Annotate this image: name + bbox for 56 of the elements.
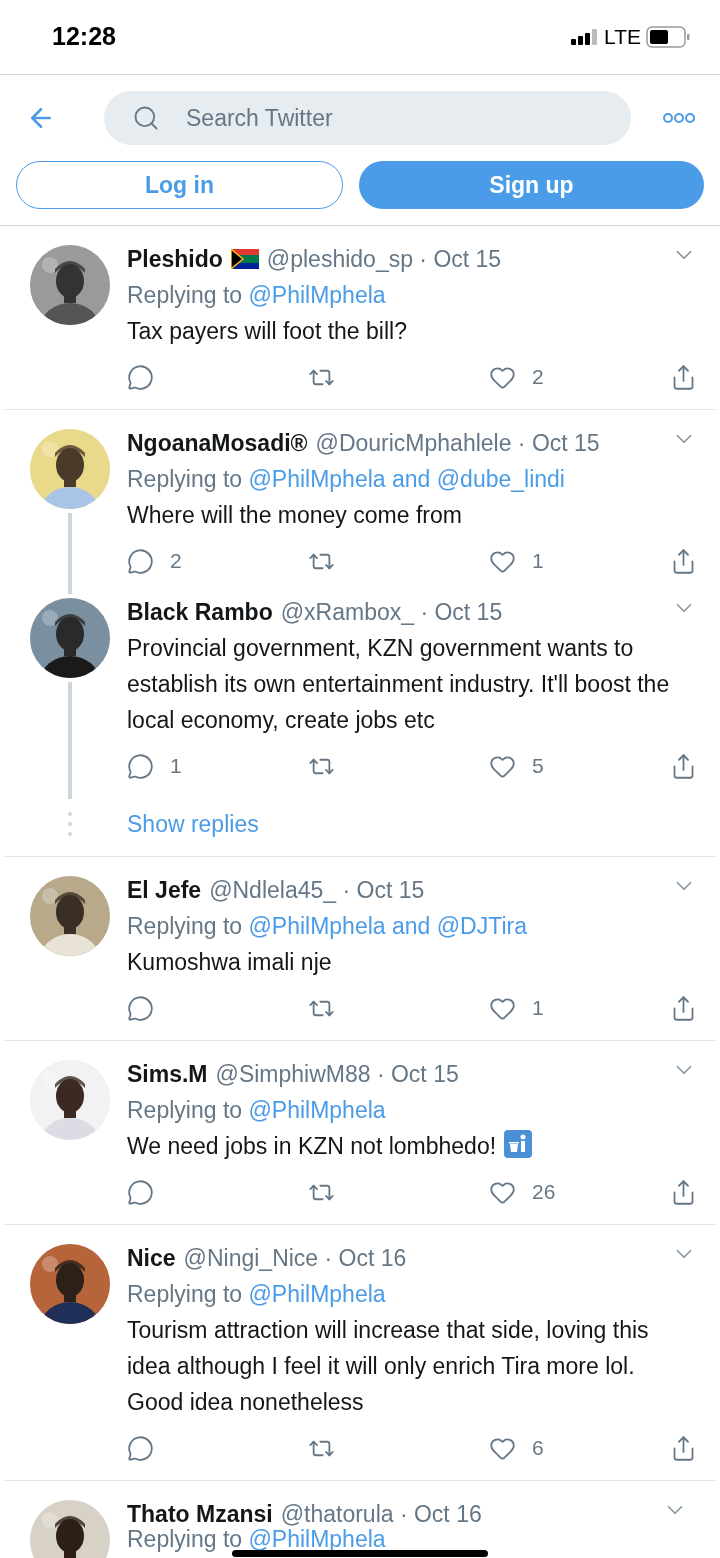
show-replies-link[interactable]: Show replies — [127, 806, 259, 842]
mention-link[interactable]: @PhilMphela — [248, 1526, 386, 1552]
tweet-text: Provincial government, KZN government wants to establish its own entertainment industry. It'll boost the local economy, create jobs etc — [127, 634, 671, 735]
mention-link[interactable]: @PhilMphela — [248, 282, 386, 308]
reply-button[interactable]: 2 — [127, 543, 308, 579]
like-button[interactable]: 5 — [489, 748, 670, 784]
author-name: Sims.M — [127, 1061, 208, 1087]
dots-vertical-icon — [68, 811, 72, 837]
reply-context: Replying to @PhilMphela — [127, 1280, 387, 1309]
reply-icon — [127, 547, 154, 575]
reply-icon — [127, 363, 154, 391]
tweet-text: Where will the money come from — [127, 501, 463, 530]
more-icon[interactable] — [662, 112, 696, 124]
like-button[interactable]: 6 — [489, 1430, 670, 1466]
network-label: LTE — [604, 24, 641, 51]
status-time: 12:28 — [52, 21, 116, 53]
mention-link[interactable]: @PhilMphela — [248, 1281, 386, 1307]
signal-icon — [571, 29, 600, 45]
reply-icon — [127, 1178, 154, 1206]
like-button[interactable]: 2 — [489, 359, 670, 395]
search-icon — [132, 104, 160, 132]
author-name: Thato Mzansi — [127, 1501, 273, 1527]
search-field[interactable]: Search Twitter — [104, 91, 631, 145]
mention-link[interactable]: @PhilMphela and @dube_lindi — [248, 466, 565, 492]
author-name: Nice — [127, 1245, 176, 1271]
tweet-text: Tourism attraction will increase that side, loving this idea although I feel it will only enrich Tira more lol. Good idea nonetheless — [127, 1316, 650, 1417]
reply-icon — [127, 752, 154, 780]
reply-context: Replying to @PhilMphela — [127, 1528, 386, 1550]
author-name: NgoanaMosadi® — [127, 430, 308, 456]
reply-context: Replying to @PhilMphela and @dube_lindi — [127, 465, 566, 494]
handle-and-date: @DouricMphahlele · Oct 15 — [315, 430, 600, 456]
tweet-text: We need jobs in KZN not lombhedo! — [127, 1128, 697, 1164]
reply-context: Replying to @PhilMphela — [127, 1096, 387, 1125]
reply-context: Replying to @PhilMphela — [127, 281, 387, 310]
battery-icon — [646, 26, 690, 48]
handle-and-date: @pleshido_sp · Oct 15 — [266, 246, 502, 272]
like-button[interactable]: 26 — [489, 1174, 670, 1210]
author-name: El Jefe — [127, 877, 202, 903]
handle-and-date: @xRambox_ · Oct 15 — [280, 599, 503, 625]
tweet-text: Tax payers will foot the bill? — [127, 317, 408, 346]
author-name: Pleshido — [127, 246, 223, 272]
reply-context: Replying to @PhilMphela and @DJTira — [127, 912, 528, 941]
tweet-text: Kumoshwa imali nje — [127, 948, 333, 977]
mention-link[interactable]: @PhilMphela and @DJTira — [248, 913, 527, 939]
signup-button[interactable]: Sign up — [359, 161, 704, 209]
mention-link[interactable]: @PhilMphela — [248, 1097, 386, 1123]
handle-and-date: @SimphiwM88 · Oct 15 — [215, 1061, 459, 1087]
reply-button[interactable]: 1 — [127, 748, 308, 784]
reply-icon — [127, 1434, 154, 1462]
handle-and-date: @Ningi_Nice · Oct 16 — [183, 1245, 407, 1271]
handle-and-date: @Ndlela45_ · Oct 15 — [209, 877, 425, 903]
author-name: Black Rambo — [127, 599, 273, 625]
like-button[interactable]: 1 — [489, 990, 670, 1026]
like-button[interactable]: 1 — [489, 543, 670, 579]
reply-icon — [127, 994, 154, 1022]
handle-and-date: @thatorula · Oct 16 — [280, 1501, 482, 1527]
